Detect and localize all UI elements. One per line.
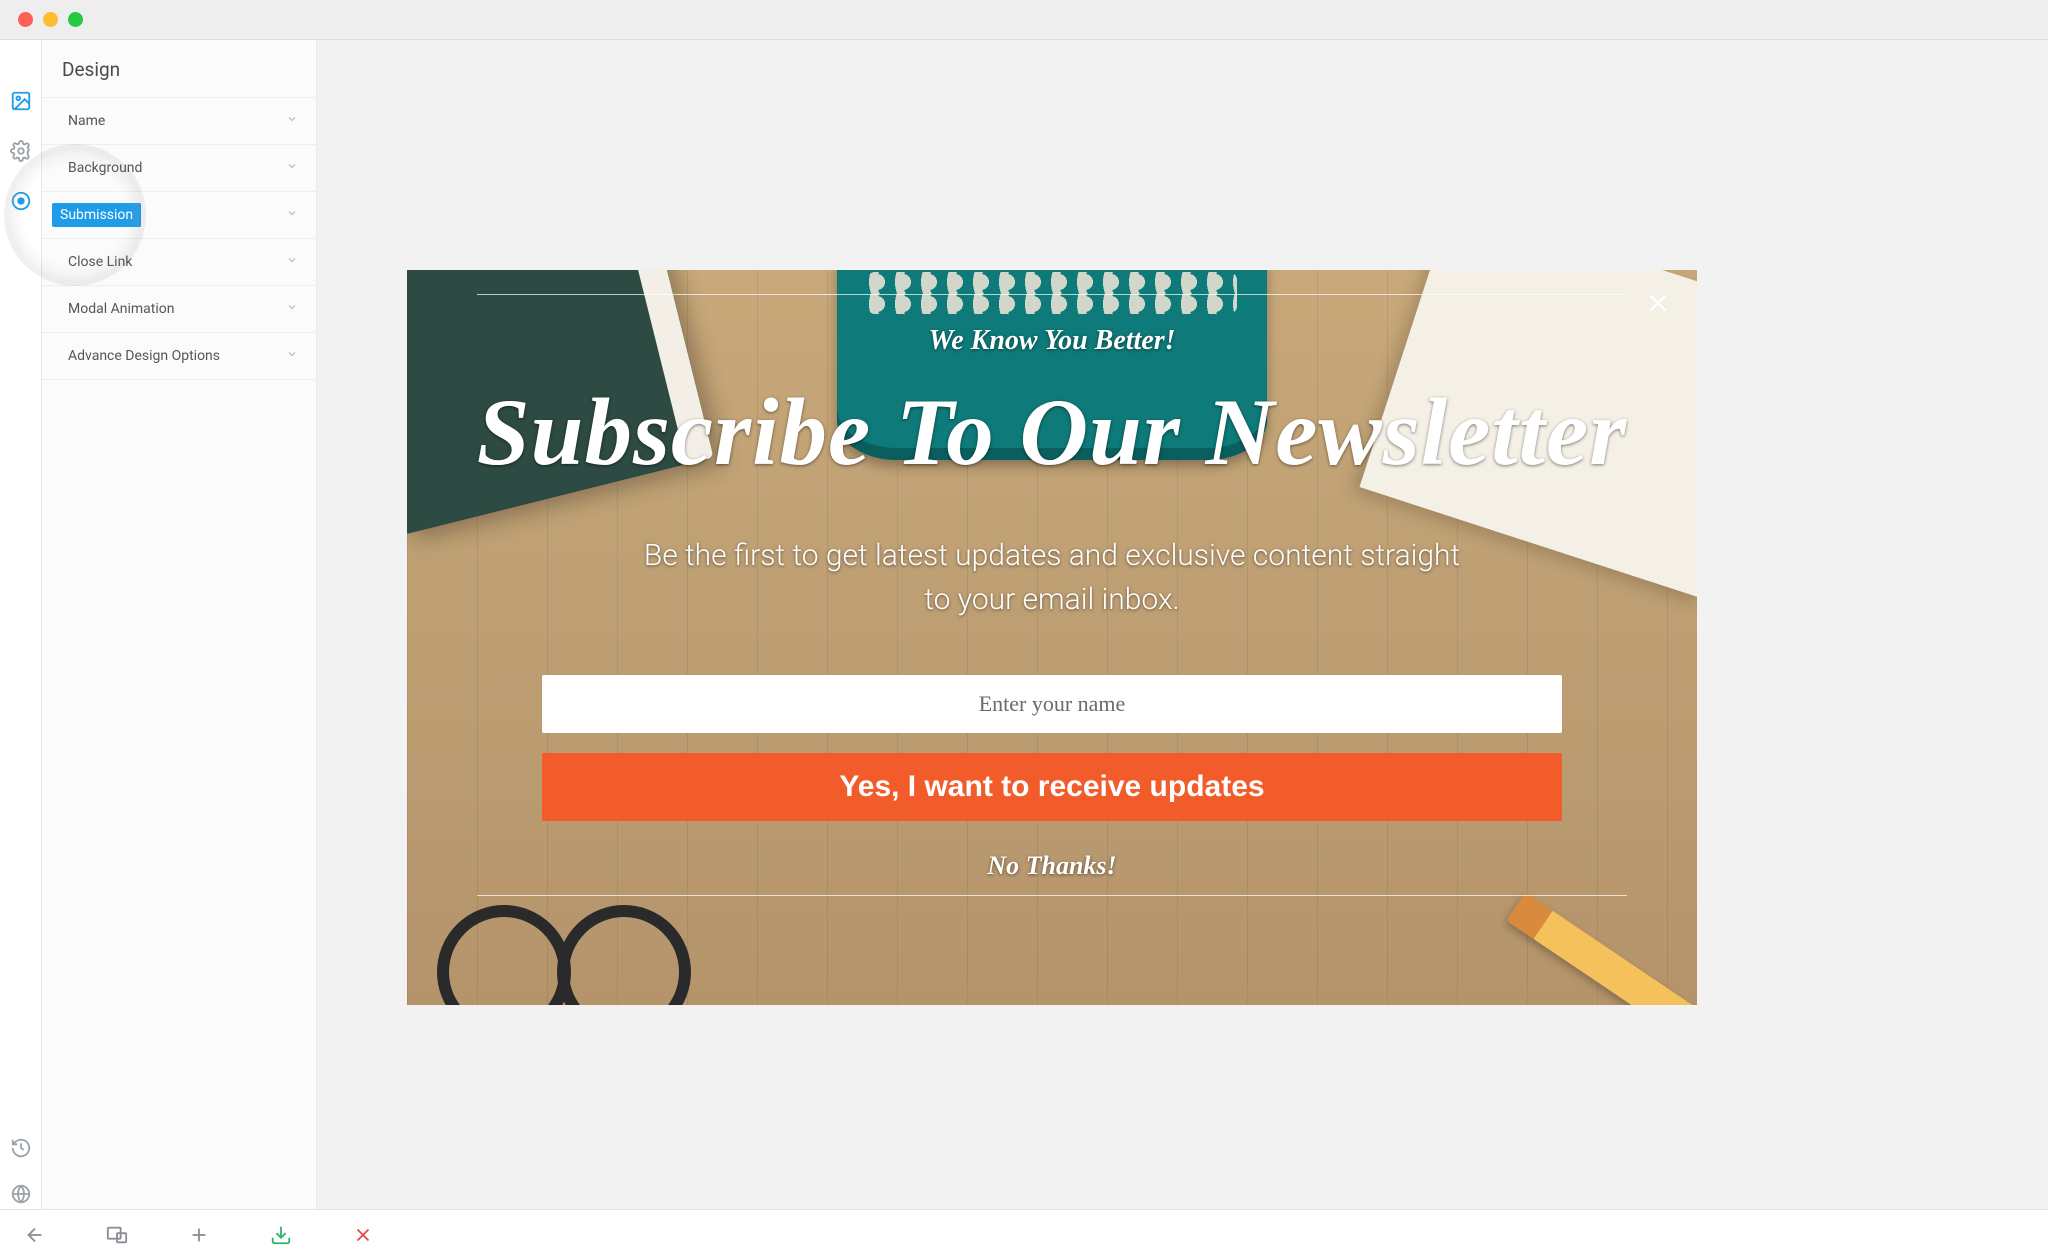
decline-link[interactable]: No Thanks!: [987, 851, 1116, 881]
app-window: Design Name Background Submission Close …: [0, 0, 2048, 1259]
modal-content: We Know You Better! Subscribe To Our New…: [407, 270, 1697, 1005]
panel-item-label: Modal Animation: [60, 297, 182, 321]
panel-item-close-link[interactable]: Close Link: [42, 238, 316, 285]
panel-item-label: Name: [60, 109, 113, 133]
back-icon[interactable]: [24, 1224, 46, 1246]
panel-item-modal-animation[interactable]: Modal Animation: [42, 285, 316, 332]
cancel-icon[interactable]: [352, 1224, 374, 1246]
left-icon-rail: [0, 40, 42, 1209]
window-zoom-button[interactable]: [68, 12, 83, 27]
chevron-down-icon: [286, 254, 298, 270]
panel-item-label: Advance Design Options: [60, 344, 228, 368]
main-body: Design Name Background Submission Close …: [0, 40, 2048, 1209]
modal-headline: Subscribe To Our Newsletter: [477, 385, 1627, 480]
panel-item-advance-design-options[interactable]: Advance Design Options: [42, 332, 316, 380]
history-icon[interactable]: [10, 1137, 32, 1159]
panel-item-submission[interactable]: Submission: [42, 191, 316, 238]
left-lower-rail: [0, 1137, 42, 1205]
target-icon[interactable]: [10, 190, 32, 212]
close-icon[interactable]: [1643, 288, 1673, 318]
panel-title: Design: [42, 40, 316, 97]
divider: [477, 294, 1627, 295]
responsive-icon[interactable]: [106, 1224, 128, 1246]
panel-item-background[interactable]: Background: [42, 144, 316, 191]
modal-preview: We Know You Better! Subscribe To Our New…: [407, 270, 1697, 1005]
window-minimize-button[interactable]: [43, 12, 58, 27]
panel-item-label: Background: [60, 156, 150, 180]
preview-canvas: We Know You Better! Subscribe To Our New…: [317, 40, 2048, 1209]
download-icon[interactable]: [270, 1224, 292, 1246]
name-field[interactable]: [542, 675, 1562, 733]
modal-eyebrow-text: We Know You Better!: [928, 325, 1175, 357]
image-icon[interactable]: [10, 90, 32, 112]
chevron-down-icon: [286, 348, 298, 364]
panel-item-label: Close Link: [60, 250, 140, 274]
chevron-down-icon: [286, 207, 298, 223]
window-titlebar: [0, 0, 2048, 40]
panel-item-label: Submission: [52, 203, 141, 227]
panel-item-name[interactable]: Name: [42, 97, 316, 144]
add-icon[interactable]: [188, 1224, 210, 1246]
chevron-down-icon: [286, 301, 298, 317]
bottom-toolbar: [0, 1209, 2048, 1259]
modal-subheading: Be the first to get latest updates and e…: [642, 534, 1462, 621]
globe-icon[interactable]: [10, 1183, 32, 1205]
submit-button[interactable]: Yes, I want to receive updates: [542, 753, 1562, 821]
chevron-down-icon: [286, 160, 298, 176]
window-close-button[interactable]: [18, 12, 33, 27]
chevron-down-icon: [286, 113, 298, 129]
gear-icon[interactable]: [10, 140, 32, 162]
design-panel: Design Name Background Submission Close …: [42, 40, 317, 1209]
divider: [477, 895, 1627, 896]
